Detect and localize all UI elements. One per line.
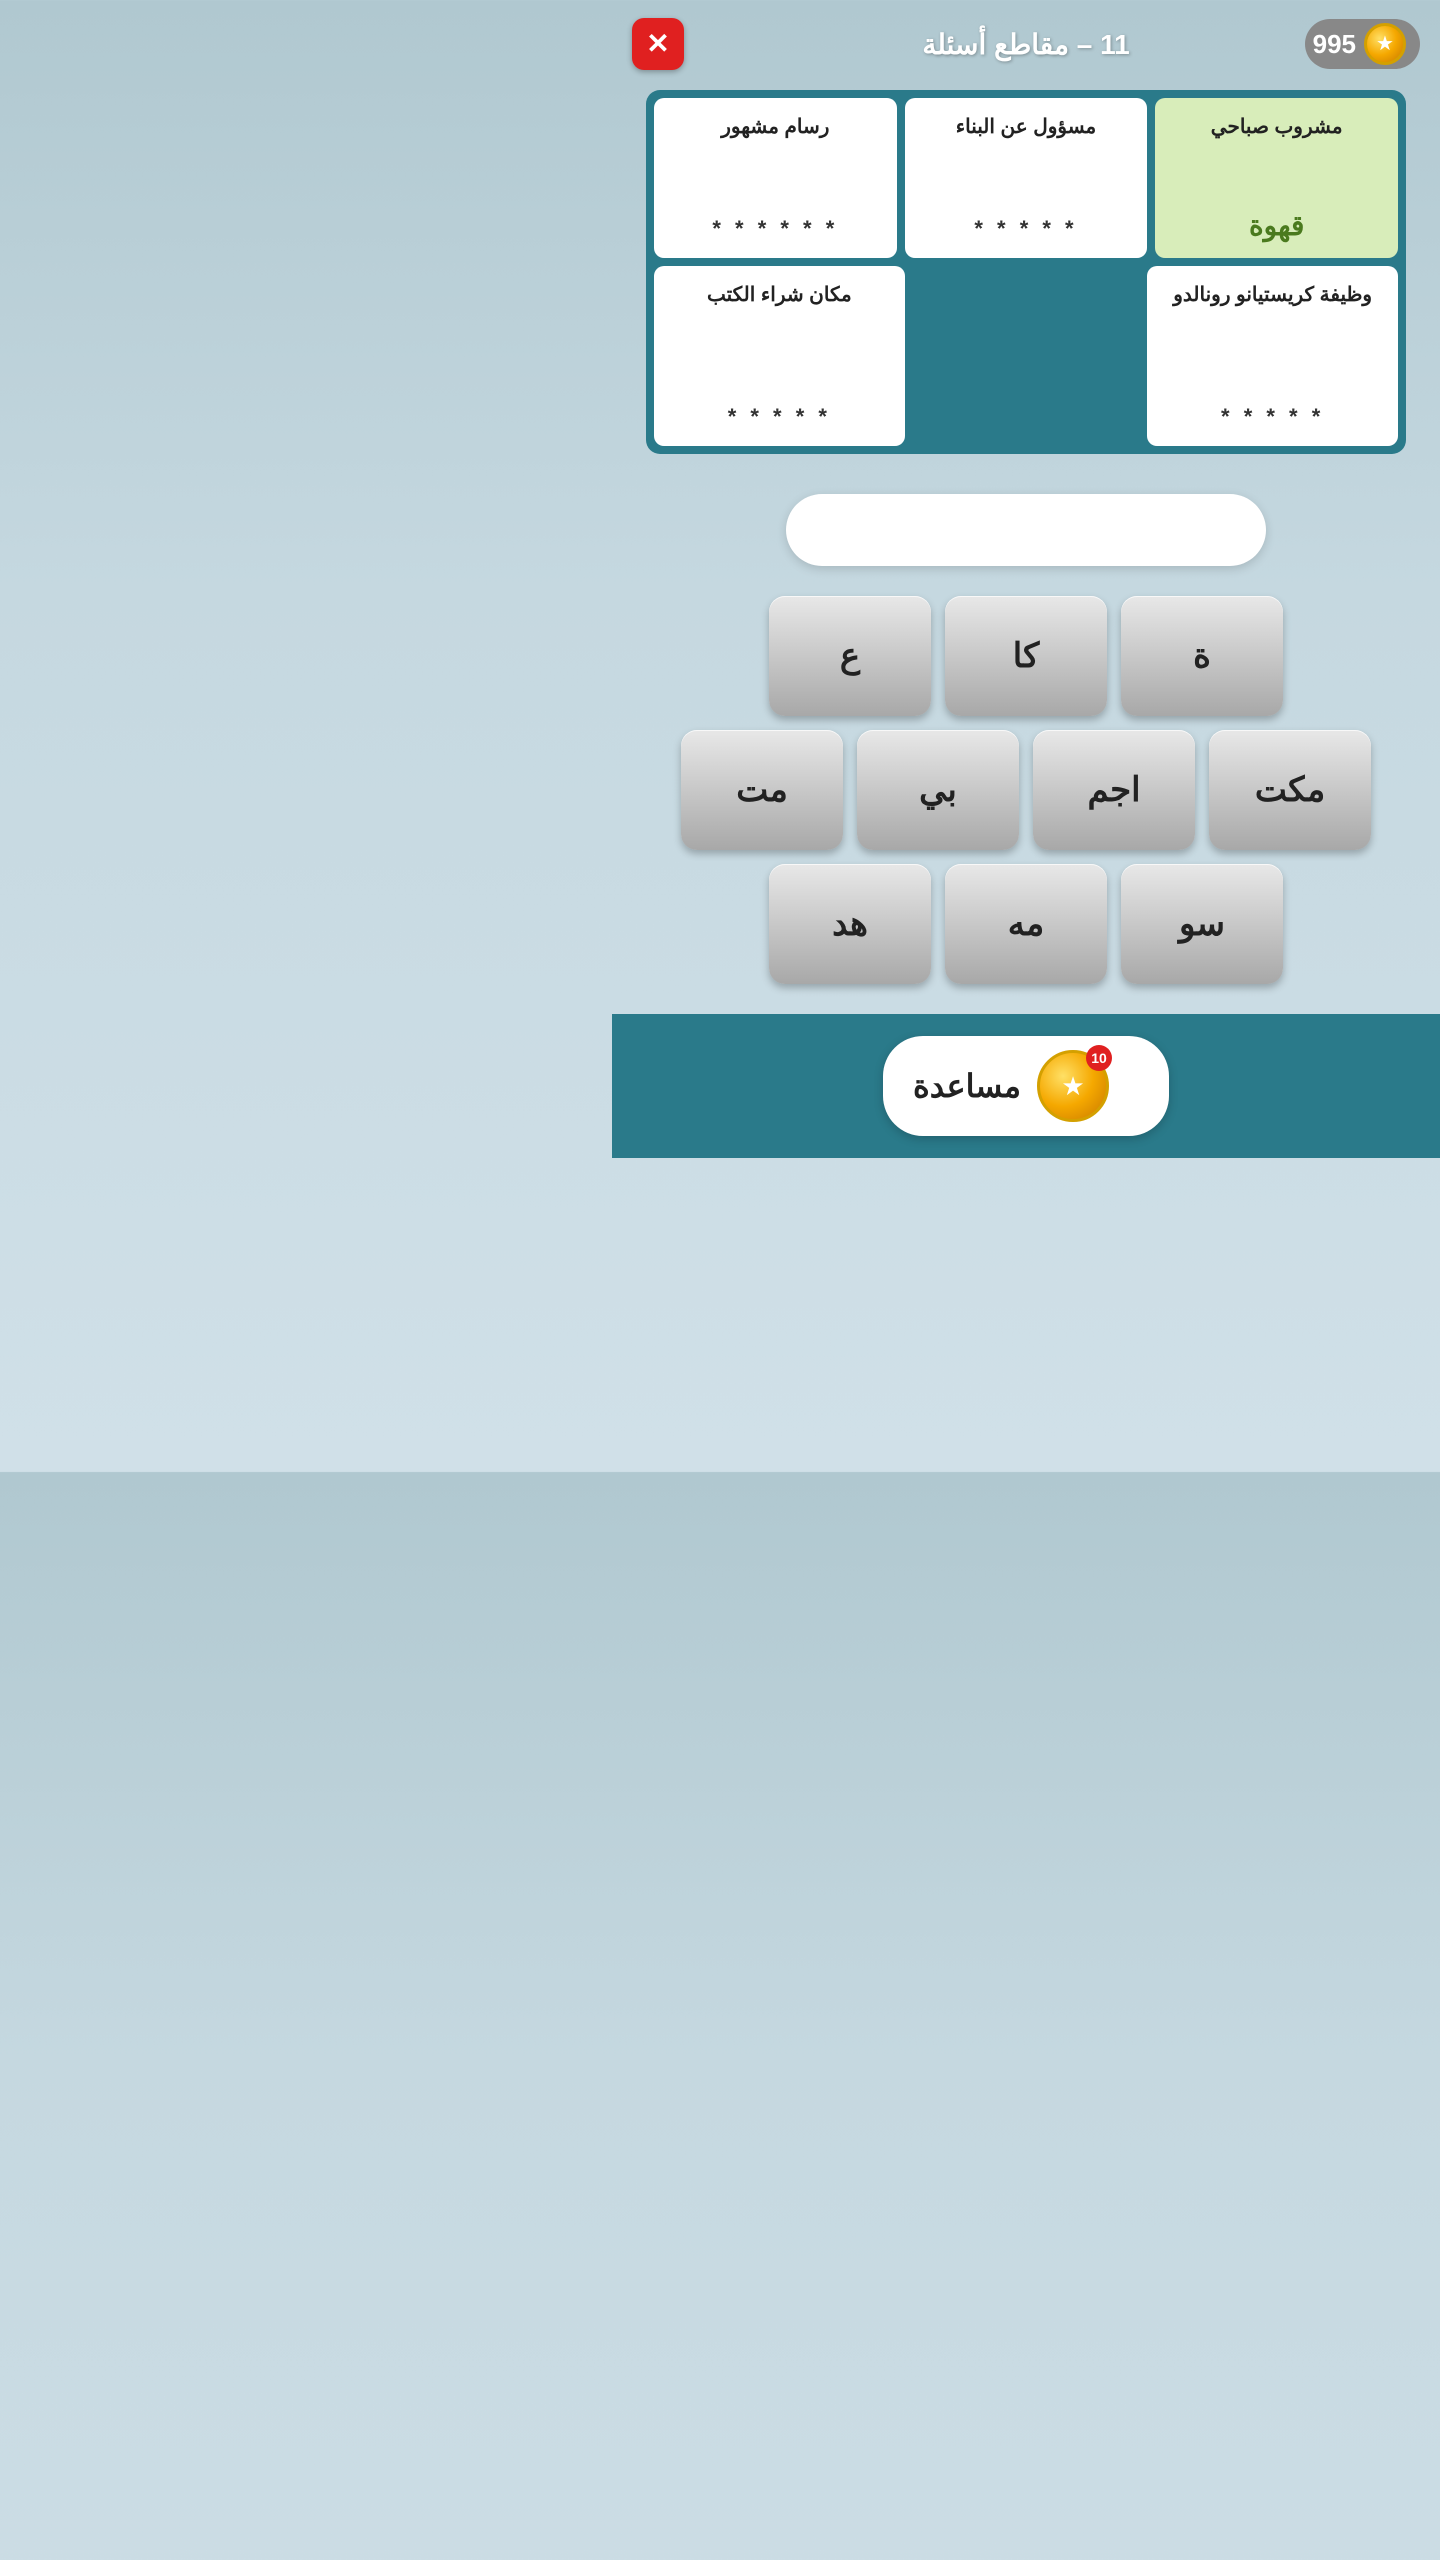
letter-btn-ajm[interactable]: اجم [1033, 730, 1195, 850]
puzzle-cell-1[interactable]: مشروب صباحي قهوة [1155, 98, 1398, 258]
close-button[interactable]: ✕ [632, 18, 684, 70]
cell-3-stars: * * * * * * [712, 216, 838, 242]
letter-row-1: ة كا ع [646, 596, 1406, 716]
letter-btn-ma-ha[interactable]: مه [945, 864, 1107, 984]
letter-btn-mkt[interactable]: مكت [1209, 730, 1371, 850]
letter-row-2: مكت اجم بي مت [646, 730, 1406, 850]
cell-3-clue: رسام مشهور [721, 112, 829, 142]
letter-row-3: سو مه هد [646, 864, 1406, 984]
cell-2-clue: مسؤول عن البناء [956, 112, 1097, 142]
puzzle-cell-empty [913, 266, 1140, 446]
header: ★ 995 11 – مقاطع أسئلة ✕ [612, 0, 1440, 80]
letter-btn-ka[interactable]: كا [945, 596, 1107, 716]
help-coin-icon: ★ 10 [1037, 1050, 1109, 1122]
puzzle-cell-3[interactable]: رسام مشهور * * * * * * [654, 98, 897, 258]
help-area: ★ 10 مساعدة [612, 1014, 1440, 1158]
letter-btn-su[interactable]: سو [1121, 864, 1283, 984]
help-coin-star-icon: ★ [1061, 1071, 1084, 1102]
cell-6-clue: مكان شراء الكتب [707, 280, 852, 310]
letter-btn-ha-dal[interactable]: هد [769, 864, 931, 984]
cell-1-answer: قهوة [1249, 209, 1304, 242]
letter-buttons-container: ة كا ع مكت اجم بي مت سو مه هد [646, 596, 1406, 984]
puzzle-row-1: مشروب صباحي قهوة مسؤول عن البناء * * * *… [654, 98, 1398, 258]
puzzle-grid: مشروب صباحي قهوة مسؤول عن البناء * * * *… [646, 90, 1406, 454]
coins-badge: ★ 995 [1305, 19, 1420, 69]
puzzle-row-2: وظيفة كريستيانو رونالدو * * * * * مكان ش… [654, 266, 1398, 446]
coin-star-icon: ★ [1376, 34, 1394, 54]
answer-input[interactable] [786, 494, 1266, 566]
letter-btn-bi[interactable]: بي [857, 730, 1019, 850]
help-label: مساعدة [913, 1067, 1021, 1105]
letter-btn-ain[interactable]: ع [769, 596, 931, 716]
answer-input-container [786, 494, 1266, 566]
letter-btn-mt[interactable]: مت [681, 730, 843, 850]
help-badge: 10 [1086, 1045, 1112, 1071]
cell-4-clue: وظيفة كريستيانو رونالدو [1173, 280, 1372, 310]
puzzle-cell-2[interactable]: مسؤول عن البناء * * * * * [905, 98, 1148, 258]
cell-6-stars: * * * * * [728, 404, 831, 430]
cell-1-clue: مشروب صباحي [1211, 112, 1343, 142]
cell-4-stars: * * * * * [1221, 404, 1324, 430]
page-title: 11 – مقاطع أسئلة [922, 28, 1129, 61]
cell-2-stars: * * * * * [974, 216, 1077, 242]
close-icon: ✕ [646, 30, 669, 58]
help-button[interactable]: ★ 10 مساعدة [883, 1036, 1169, 1136]
coins-count: 995 [1313, 29, 1356, 60]
puzzle-cell-4[interactable]: وظيفة كريستيانو رونالدو * * * * * [1147, 266, 1398, 446]
coin-icon: ★ [1364, 23, 1406, 65]
puzzle-cell-6[interactable]: مكان شراء الكتب * * * * * [654, 266, 905, 446]
letter-btn-ta-marbuta[interactable]: ة [1121, 596, 1283, 716]
